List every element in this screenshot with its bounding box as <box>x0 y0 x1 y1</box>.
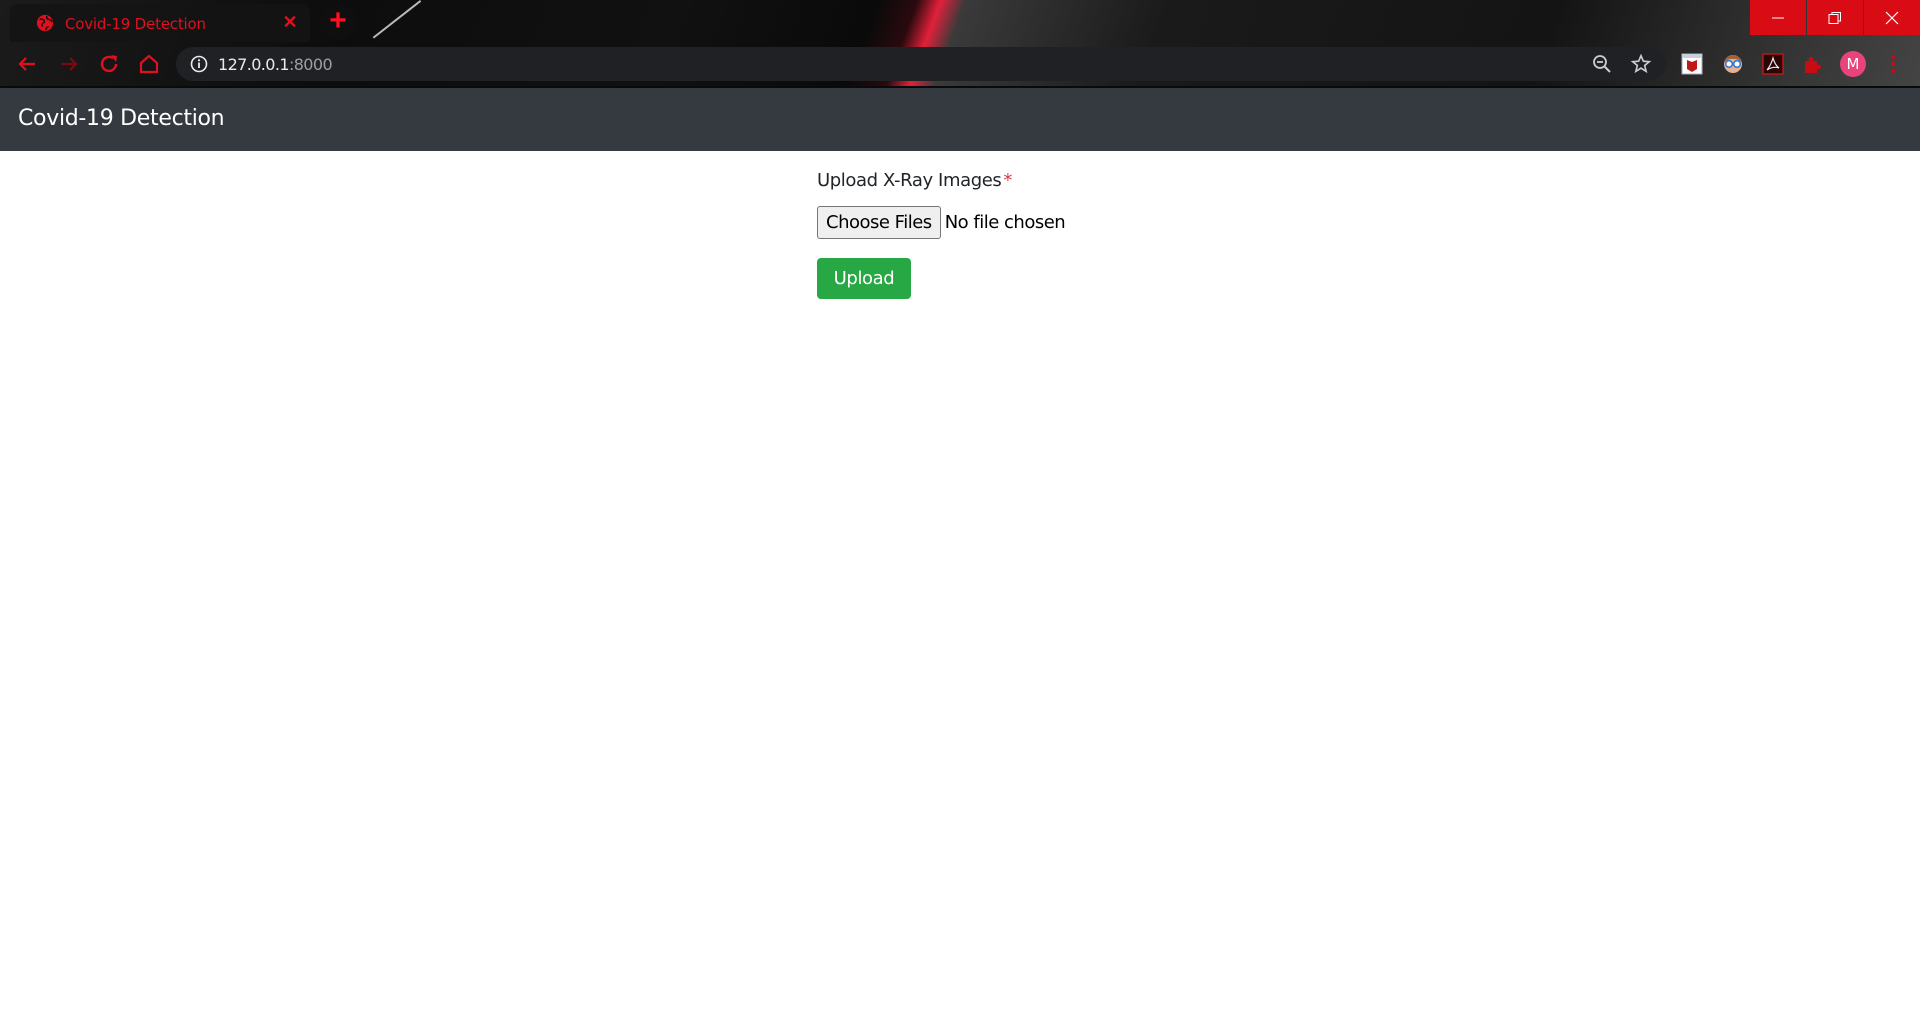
back-icon[interactable] <box>15 52 39 76</box>
wallpaper-decoration <box>372 0 422 39</box>
minimize-icon <box>1772 17 1784 18</box>
window-controls <box>1749 0 1920 35</box>
file-input[interactable]: Choose Files No file chosen <box>817 206 1066 239</box>
upload-button[interactable]: Upload <box>817 258 911 299</box>
restore-icon <box>1828 11 1841 24</box>
minimize-button[interactable] <box>1750 0 1806 35</box>
acrobat-icon[interactable] <box>1762 53 1784 75</box>
profile-avatar[interactable]: M <box>1840 51 1866 77</box>
tab-title: Covid-19 Detection <box>65 15 206 33</box>
face-extension-icon[interactable] <box>1722 53 1744 75</box>
new-tab-button[interactable]: + <box>320 4 356 40</box>
more-menu-icon[interactable] <box>1890 53 1896 75</box>
upload-label: Upload X-Ray Images * <box>817 170 1012 191</box>
navbar-brand[interactable]: Covid-19 Detection <box>18 106 225 131</box>
tab-close-icon[interactable]: ✕ <box>280 12 300 32</box>
browser-chrome: Covid-19 Detection ✕ + 127.0.0.1:8000 M <box>0 0 1920 88</box>
site-info-icon[interactable] <box>190 55 208 73</box>
zoom-out-icon[interactable] <box>1592 54 1612 74</box>
navbar: Covid-19 Detection <box>0 88 1920 151</box>
browser-tab[interactable]: Covid-19 Detection ✕ <box>10 4 310 42</box>
mcafee-icon[interactable] <box>1681 53 1703 75</box>
puzzle-extensions-icon[interactable] <box>1802 53 1824 75</box>
url-text[interactable]: 127.0.0.1:8000 <box>218 55 333 74</box>
url-port: :8000 <box>288 55 333 74</box>
file-status: No file chosen <box>944 212 1066 233</box>
home-icon[interactable] <box>137 52 161 76</box>
upload-form: Upload X-Ray Images * Choose Files No fil… <box>817 170 1066 299</box>
upload-label-text: Upload X-Ray Images <box>817 170 1002 191</box>
restore-button[interactable] <box>1807 0 1863 35</box>
forward-icon[interactable] <box>57 52 81 76</box>
close-window-button[interactable] <box>1864 0 1920 35</box>
url-host: 127.0.0.1 <box>218 55 290 74</box>
bookmark-star-icon[interactable] <box>1630 53 1652 75</box>
required-marker: * <box>1003 170 1012 191</box>
choose-files-button[interactable]: Choose Files <box>817 206 941 239</box>
close-icon <box>1885 11 1899 24</box>
reload-icon[interactable] <box>97 52 121 76</box>
globe-icon <box>36 14 54 32</box>
address-bar[interactable]: 127.0.0.1:8000 <box>176 47 1666 81</box>
